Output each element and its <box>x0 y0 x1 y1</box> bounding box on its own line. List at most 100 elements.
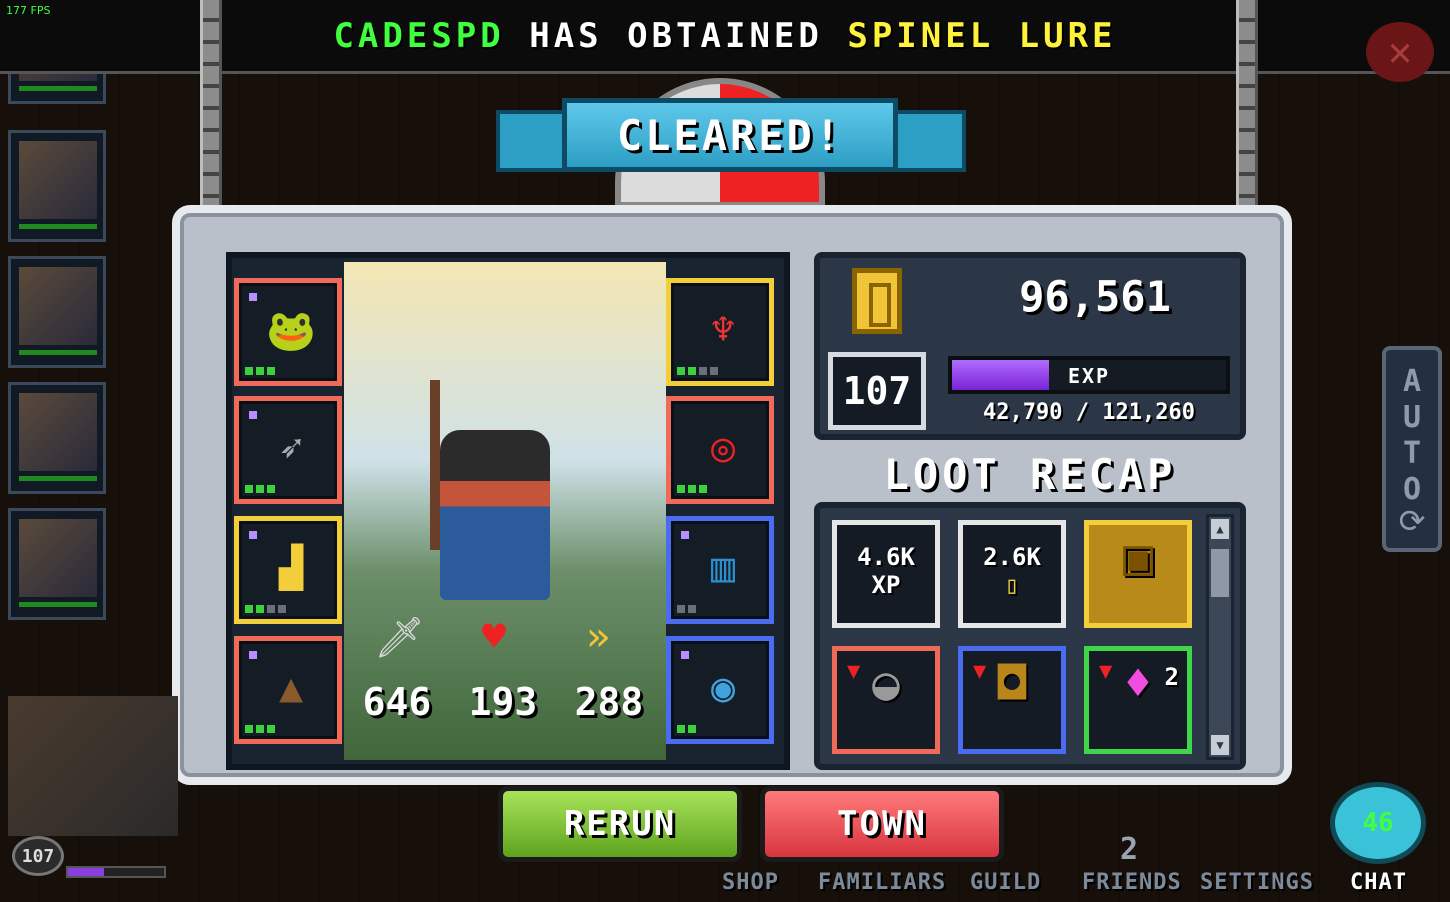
nav-familiars[interactable]: FAMILIARS <box>818 870 946 895</box>
loot-amulet[interactable]: ▼ 2 ♦ <box>1084 646 1192 754</box>
party-portrait <box>19 393 97 471</box>
refresh-icon: ⟳ <box>1398 502 1426 540</box>
bow-icon: ➶ <box>278 425 304 471</box>
party-portrait <box>19 267 97 345</box>
speed-icon: » <box>586 614 611 660</box>
upgrade-pips <box>245 605 286 613</box>
loot-gold[interactable]: 2.6K ▯ <box>958 520 1066 628</box>
loot-xp-value: 4.6K <box>857 543 915 571</box>
loot-gold-chest[interactable]: ▣ <box>1084 520 1192 628</box>
party-card-2[interactable] <box>8 130 106 242</box>
amulet-icon: ♆ <box>710 307 736 353</box>
rarity-gem <box>249 411 257 419</box>
nav-friends[interactable]: FRIENDS <box>1082 870 1182 895</box>
hero-sprite <box>440 430 550 600</box>
rarity-gem <box>249 531 257 539</box>
hood-icon: ◒ <box>872 656 900 710</box>
notification-item: SPINEL LURE <box>847 16 1117 56</box>
chat-bubble-icon[interactable]: 46 <box>1330 782 1426 864</box>
equip-slot-familiar-frog[interactable]: 🐸 <box>234 278 342 386</box>
friends-count-badge: 2 <box>1120 832 1139 867</box>
rerun-button[interactable]: RERUN <box>498 786 742 862</box>
nav-shop[interactable]: SHOP <box>722 870 779 895</box>
close-button[interactable]: ✕ <box>1366 22 1434 82</box>
helmet-icon: ◘ <box>998 656 1026 710</box>
loot-scrollbar[interactable]: ▲ ▼ <box>1206 514 1234 760</box>
gem-amulet-icon: ♦ <box>1124 656 1152 710</box>
equip-slot-boots[interactable]: ▟ <box>234 516 342 624</box>
loot-recap-title: LOOT RECAP <box>883 450 1177 499</box>
notification-player: CADESPD <box>333 16 505 56</box>
exp-current: 42,790 <box>983 400 1063 425</box>
chain-right <box>1236 0 1258 210</box>
loot-xp[interactable]: 4.6K XP <box>832 520 940 628</box>
eye-icon: ◉ <box>710 665 736 711</box>
auto-toggle[interactable]: AUTO ⟳ <box>1382 346 1442 552</box>
upgrade-pips <box>677 725 696 733</box>
scroll-down-icon[interactable]: ▼ <box>1211 735 1229 755</box>
loot-xp-amount: 4.6K XP <box>837 543 935 599</box>
player-level: 107 <box>828 352 926 430</box>
upgrade-pips <box>245 485 275 493</box>
upgrade-pips <box>245 367 275 375</box>
upgrade-pips <box>677 485 707 493</box>
loot-xp-unit: XP <box>871 571 901 599</box>
party-hp-bar <box>19 350 97 355</box>
equip-slot-ring[interactable]: ◎ <box>666 396 774 504</box>
party-card-5[interactable] <box>8 508 106 620</box>
party-portrait <box>19 141 97 219</box>
rarity-gem <box>681 531 689 539</box>
gold-coin-icon: ▯ <box>1004 571 1020 599</box>
nav-settings[interactable]: SETTINGS <box>1200 870 1314 895</box>
equip-slot-eye[interactable]: ◉ <box>666 636 774 744</box>
self-avatar[interactable] <box>8 696 178 836</box>
nav-guild[interactable]: GUILD <box>970 870 1041 895</box>
party-hp-bar <box>19 86 97 91</box>
sword-icon: 🗡 <box>374 615 425 661</box>
rarity-gem <box>249 651 257 659</box>
chest-icon: ▣ <box>1122 528 1154 586</box>
self-xp-fill <box>68 868 105 876</box>
exp-separator: / <box>1075 400 1089 425</box>
notification-verb: HAS OBTAINED <box>529 16 823 56</box>
scroll-up-icon[interactable]: ▲ <box>1211 519 1229 539</box>
upgrade-pips <box>245 725 275 733</box>
cleared-title: CLEARED! <box>562 98 898 172</box>
boots-icon: ▟ <box>278 545 304 591</box>
equip-slot-armor[interactable]: ▥ <box>666 516 774 624</box>
attack-value: 646 <box>362 680 432 724</box>
party-portrait <box>19 519 97 597</box>
upgrade-pips <box>677 605 696 613</box>
loot-helmet[interactable]: ▼ ◘ <box>958 646 1066 754</box>
hat-icon: ▲ <box>278 665 304 711</box>
gold-coin-icon <box>852 268 902 334</box>
loot-gold-amount: 2.6K ▯ <box>963 543 1061 599</box>
rarity-gem <box>249 293 257 301</box>
chain-left <box>200 0 222 210</box>
self-xp-bar <box>66 866 166 878</box>
self-level-badge: 107 <box>12 836 64 876</box>
health-value: 193 <box>468 680 538 724</box>
gold-amount: 96,561 <box>1019 272 1171 321</box>
equip-slot-amulet[interactable]: ♆ <box>666 278 774 386</box>
nav-chat[interactable]: CHAT <box>1350 870 1407 895</box>
party-hp-bar <box>19 224 97 229</box>
exp-bar: EXP <box>948 356 1230 394</box>
party-card-3[interactable] <box>8 256 106 368</box>
equip-slot-bow[interactable]: ➶ <box>234 396 342 504</box>
exp-max: 121,260 <box>1102 400 1195 425</box>
armor-icon: ▥ <box>710 545 736 591</box>
heart-icon: ♥ <box>482 614 507 660</box>
party-card-4[interactable] <box>8 382 106 494</box>
loot-hood[interactable]: ▼ ◒ <box>832 646 940 754</box>
rarity-gem <box>681 651 689 659</box>
exp-progress: 42,790 / 121,260 <box>948 400 1230 425</box>
town-button[interactable]: TOWN <box>760 786 1004 862</box>
cleared-ribbon: CLEARED! <box>496 92 966 184</box>
scroll-thumb[interactable] <box>1211 549 1229 597</box>
equip-slot-hat[interactable]: ▲ <box>234 636 342 744</box>
upgrade-pips <box>677 367 718 375</box>
close-icon: ✕ <box>1387 29 1413 75</box>
exp-label: EXP <box>1067 364 1111 388</box>
speed-value: 288 <box>574 680 644 724</box>
